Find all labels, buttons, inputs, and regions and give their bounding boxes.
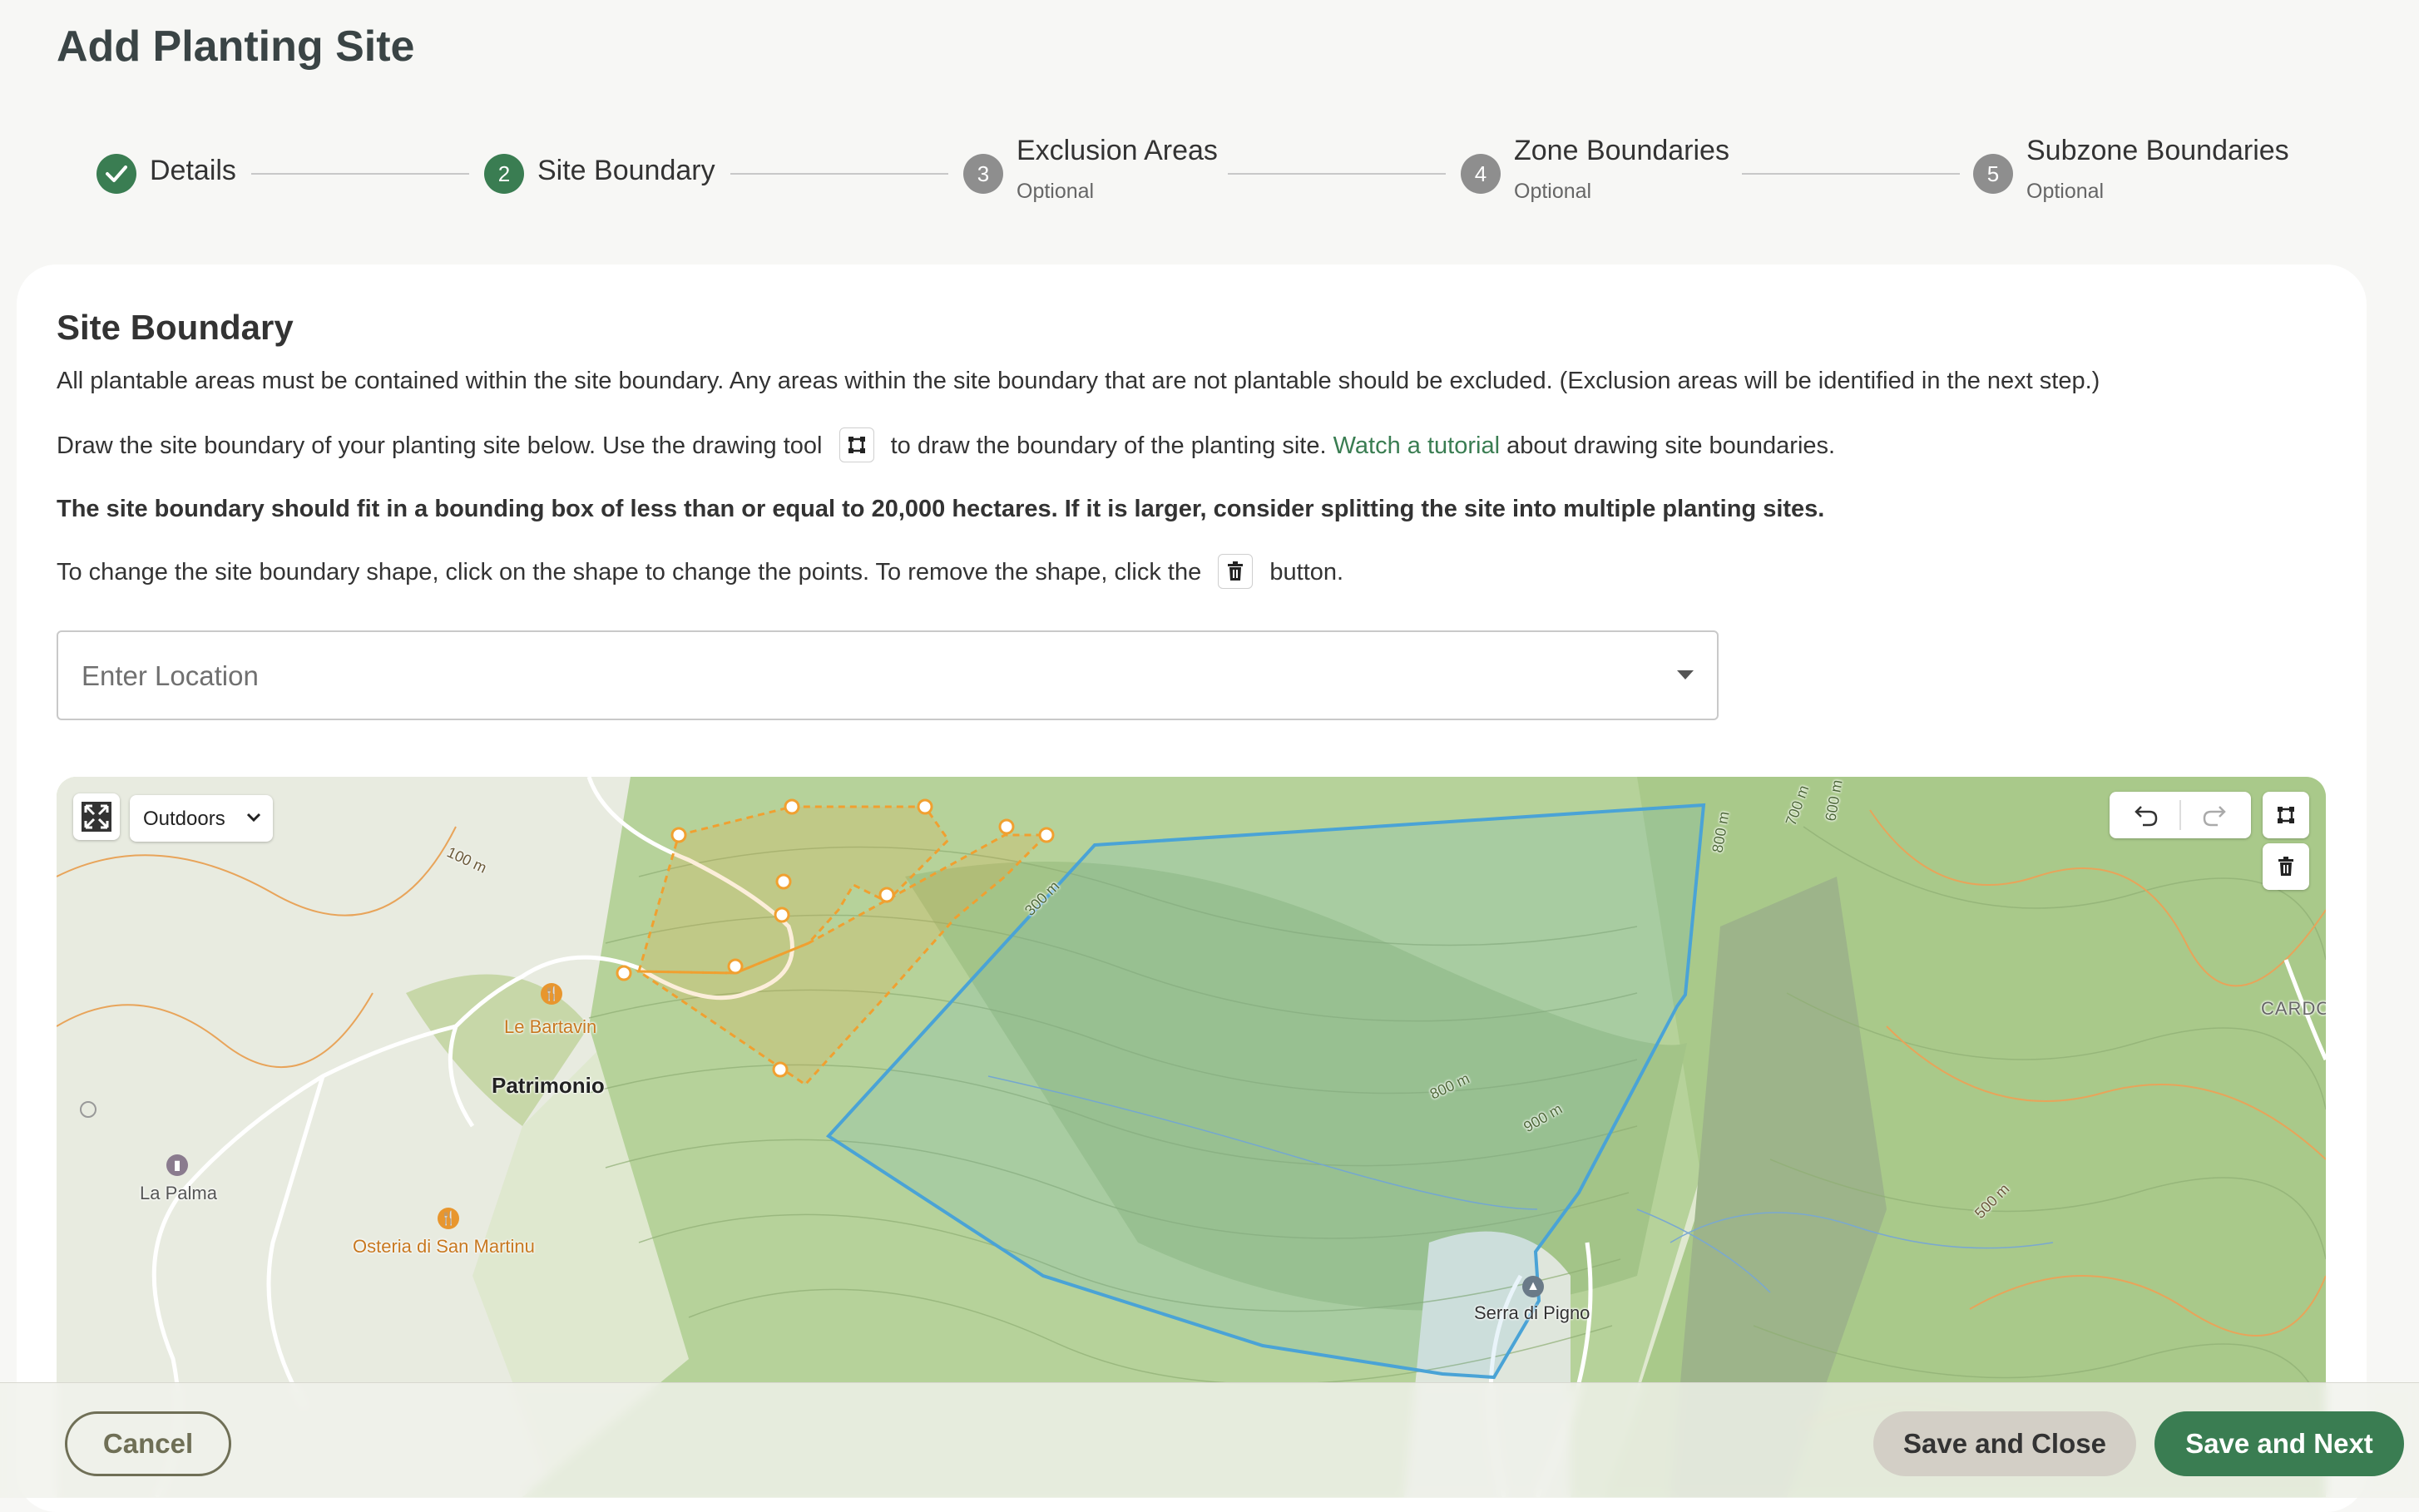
step-1-label: Details — [150, 155, 236, 186]
instructions-text: about drawing site boundaries. — [1506, 432, 1836, 459]
instructions-paragraph-4: To change the site boundary shape, click… — [57, 554, 1344, 590]
step-5-number: 5 — [1973, 154, 2013, 194]
place-label-la-palma: La Palma — [140, 1183, 217, 1203]
watch-tutorial-link[interactable]: Watch a tutorial — [1333, 432, 1500, 459]
bounding-box-note: The site boundary should fit in a boundi… — [57, 492, 1824, 526]
draw-polygon-icon — [2278, 807, 2294, 823]
step-3-label: Exclusion Areas — [1017, 135, 1218, 166]
step-2-number: 2 — [484, 154, 524, 194]
undo-icon — [2135, 806, 2158, 827]
step-3-optional: Optional — [1017, 180, 1095, 203]
footer-bar: Cancel Save and Close Save and Next — [0, 1382, 2419, 1498]
restaurant-icon[interactable]: 🍴 — [438, 1208, 459, 1229]
step-connector — [1742, 173, 1960, 175]
section-title: Site Boundary — [57, 308, 294, 347]
place-label-le-bartavin: Le Bartavin — [504, 1016, 597, 1037]
instructions-text: button. — [1269, 559, 1344, 586]
place-label-cardo: CARDO — [2261, 998, 2326, 1019]
trash-icon — [1218, 554, 1254, 590]
step-connector — [730, 173, 948, 175]
location-select[interactable]: Enter Location — [57, 630, 1719, 720]
save-and-next-button[interactable]: Save and Next — [2154, 1411, 2404, 1476]
step-4-optional: Optional — [1514, 180, 1592, 203]
peak-icon[interactable]: ▲ — [1522, 1276, 1544, 1297]
step-4-number: 4 — [1461, 154, 1501, 194]
page-title: Add Planting Site — [57, 22, 415, 71]
step-2-label: Site Boundary — [537, 155, 715, 186]
undo-redo-group — [2110, 792, 2251, 838]
undo-button[interactable] — [2113, 802, 2179, 828]
step-3-number: 3 — [963, 154, 1003, 194]
viewpoint-icon[interactable] — [80, 1101, 96, 1118]
step-connector — [251, 173, 469, 175]
place-label-serra-di-pigno: Serra di Pigno — [1474, 1302, 1590, 1323]
redo-button[interactable] — [2181, 802, 2248, 828]
step-4-label: Zone Boundaries — [1514, 135, 1729, 166]
fullscreen-button[interactable] — [73, 793, 120, 840]
restaurant-icon[interactable]: 🍴 — [541, 983, 562, 1005]
instructions-text: to draw the boundary of the planting sit… — [890, 432, 1327, 459]
instructions-text: To change the site boundary shape, click… — [57, 559, 1202, 586]
location-placeholder: Enter Location — [82, 660, 259, 691]
instructions-paragraph-2: Draw the site boundary of your planting … — [57, 427, 1836, 464]
save-and-close-button[interactable]: Save and Close — [1873, 1411, 2136, 1476]
step-connector — [1228, 173, 1446, 175]
bounding-box-note-text: The site boundary should fit in a boundi… — [57, 496, 1825, 522]
draw-polygon-button[interactable] — [2263, 792, 2309, 838]
step-5-optional: Optional — [2026, 180, 2105, 203]
expand-icon — [82, 802, 111, 832]
draw-polygon-icon — [838, 427, 874, 463]
cancel-button[interactable]: Cancel — [65, 1411, 231, 1476]
step-1-check-icon — [96, 154, 136, 194]
hotel-icon[interactable]: ▮ — [166, 1154, 188, 1176]
instructions-paragraph-1: All plantable areas must be contained wi… — [57, 368, 2100, 394]
chevron-down-icon — [245, 808, 263, 831]
stepper: Details 2 Site Boundary 3 Exclusion Area… — [0, 125, 2419, 225]
step-5-label: Subzone Boundaries — [2026, 135, 2289, 166]
place-label-osteria: Osteria di San Martinu — [353, 1236, 535, 1257]
trash-icon — [2278, 857, 2293, 876]
map-style-label: Outdoors — [143, 808, 225, 830]
instructions-text: Draw the site boundary of your planting … — [57, 432, 823, 459]
dropdown-caret-icon — [1677, 670, 1694, 679]
redo-icon — [2203, 806, 2226, 827]
delete-shape-button[interactable] — [2263, 843, 2309, 890]
map-style-select[interactable]: Outdoors — [130, 795, 273, 842]
place-label-patrimonio: Patrimonio — [492, 1073, 605, 1098]
